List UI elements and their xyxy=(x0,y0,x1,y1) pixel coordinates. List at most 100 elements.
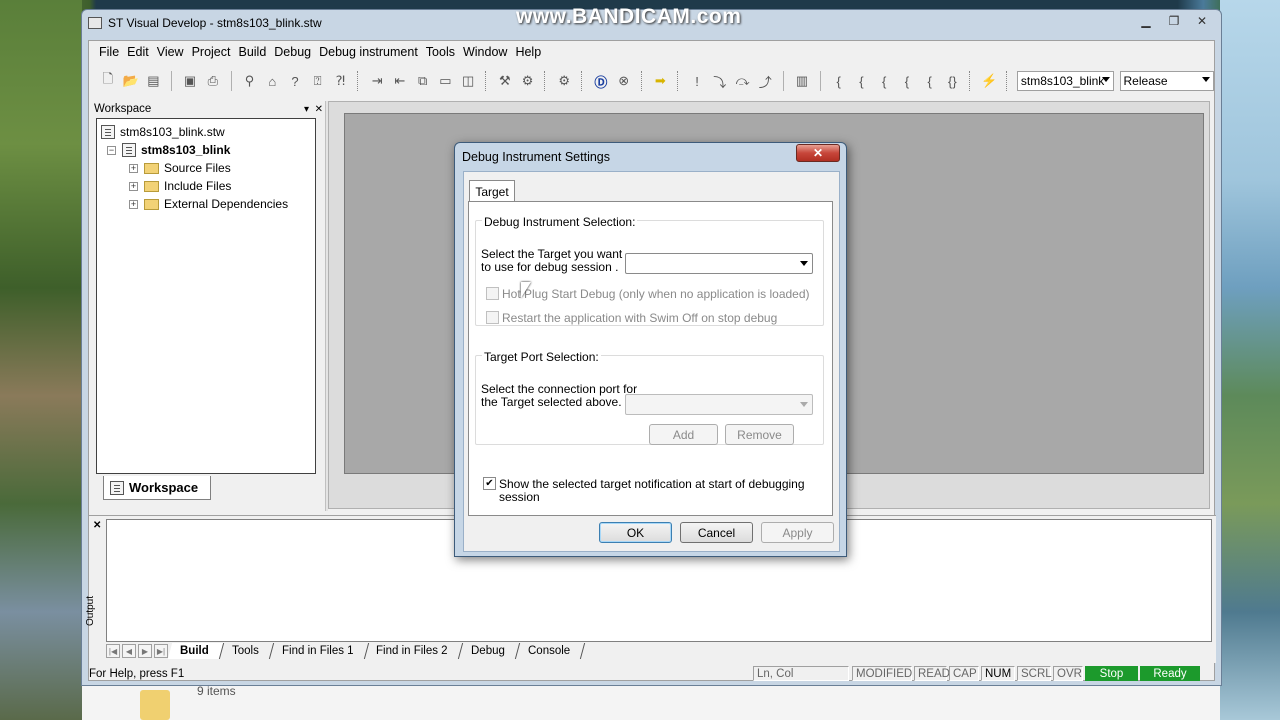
menu-help[interactable]: Help xyxy=(511,45,545,59)
tree-row-include-files[interactable]: + Include Files xyxy=(97,177,315,195)
window-tile-vertical-icon[interactable]: ◫ xyxy=(459,72,477,90)
step-into-icon[interactable]: ⤵ xyxy=(711,72,729,90)
status-position: Ln, Col xyxy=(753,666,849,681)
workspace-tab[interactable]: Workspace xyxy=(103,476,211,500)
last-tab-icon[interactable]: ▶| xyxy=(154,644,168,658)
close-window-button[interactable]: ✕ xyxy=(1189,12,1215,30)
collapse-icon[interactable]: − xyxy=(107,145,116,155)
open-folder-icon[interactable]: 📂 xyxy=(122,72,140,90)
output-tab-tools[interactable]: Tools xyxy=(219,643,274,659)
start-debug-icon[interactable]: Ⓓ xyxy=(592,72,610,90)
menu-view[interactable]: View xyxy=(153,45,188,59)
tree-row-source-files[interactable]: + Source Files xyxy=(97,159,315,177)
first-tab-icon[interactable]: |◀ xyxy=(106,644,120,658)
expand-icon[interactable]: + xyxy=(129,199,138,209)
folder-icon xyxy=(144,180,159,192)
highlight-icon[interactable]: ⚡ xyxy=(980,72,998,90)
output-tab-find-in-files-1[interactable]: Find in Files 1 xyxy=(269,643,369,659)
memory-icon[interactable]: ▥ xyxy=(793,72,811,90)
output-tab-build[interactable]: Build xyxy=(167,643,224,659)
remove-port-button[interactable]: Remove xyxy=(725,424,794,445)
find-icon[interactable]: ⚲ xyxy=(241,72,259,90)
status-modified: MODIFIED xyxy=(852,666,912,681)
configuration-combo[interactable]: Release xyxy=(1119,71,1215,91)
tree-folder-label: Source Files xyxy=(164,161,231,175)
show-notification-checkbox[interactable]: ✔ xyxy=(483,477,496,490)
add-port-button[interactable]: Add xyxy=(649,424,718,445)
toolbar: 🗋 📂 ▤ ▣ ⎙ ⚲ ⌂ ? ⍰ ⁈ ⇥ ⇤ ⧉ ▭ ◫ ⚒ ⚙ ⚙ Ⓓ ⊗ xyxy=(89,67,1215,95)
tree-row-workspace[interactable]: stm8s103_blink.stw xyxy=(97,123,315,141)
dialog-close-button[interactable]: ✕ xyxy=(796,144,840,162)
window-cascade-icon[interactable]: ⧉ xyxy=(414,72,432,90)
apply-button[interactable]: Apply xyxy=(761,522,834,543)
menu-project[interactable]: Project xyxy=(188,45,235,59)
maximize-button[interactable]: ❐ xyxy=(1161,12,1187,30)
step-over-icon[interactable]: ⤼ xyxy=(734,72,752,90)
tree-row-external-dependencies[interactable]: + External Dependencies xyxy=(97,195,315,213)
context-help-icon[interactable]: ⍰ xyxy=(309,72,327,90)
status-position-label: Ln, Col xyxy=(757,667,794,680)
cancel-button[interactable]: Cancel xyxy=(680,522,753,543)
output-tab-find-in-files-2[interactable]: Find in Files 2 xyxy=(364,643,463,659)
breakpoint-icon[interactable]: ! xyxy=(688,72,706,90)
brace-icon-5[interactable]: { xyxy=(921,72,939,90)
workspace-panel-controls[interactable]: ▾ ✕ xyxy=(304,104,323,115)
menu-window[interactable]: Window xyxy=(459,45,511,59)
tab-target[interactable]: Target xyxy=(469,180,515,202)
menu-tools[interactable]: Tools xyxy=(422,45,459,59)
rebuild-icon[interactable]: ⚙ xyxy=(555,72,573,90)
compile-icon[interactable]: ⚒ xyxy=(496,72,514,90)
brace-icon-6[interactable]: {} xyxy=(944,72,962,90)
restart-swim-off-checkbox[interactable] xyxy=(486,311,499,324)
menu-debug[interactable]: Debug xyxy=(270,45,315,59)
expand-icon[interactable]: + xyxy=(129,181,138,191)
minimize-button[interactable]: ▁ xyxy=(1133,12,1159,30)
output-tab-console[interactable]: Console xyxy=(515,643,586,659)
brace-icon-4[interactable]: { xyxy=(898,72,916,90)
stop-debug-icon[interactable]: ⊗ xyxy=(615,72,633,90)
configuration-combo-value: Release xyxy=(1123,74,1168,88)
menu-edit[interactable]: Edit xyxy=(123,45,153,59)
brace-icon-3[interactable]: { xyxy=(875,72,893,90)
output-tabs: |◀ ◀ ▶ ▶| Build Tools Find in Files 1 Fi… xyxy=(106,642,586,660)
close-file-icon[interactable]: ▤ xyxy=(144,72,162,90)
expand-icon[interactable]: + xyxy=(129,163,138,173)
menu-debug-instrument[interactable]: Debug instrument xyxy=(315,45,422,59)
print-icon[interactable]: ⎙ xyxy=(204,72,222,90)
target-dropdown[interactable] xyxy=(625,253,813,274)
brace-icon-1[interactable]: { xyxy=(830,72,848,90)
indent-icon[interactable]: ⇥ xyxy=(368,72,386,90)
status-ovr: OVR xyxy=(1053,666,1083,681)
output-tab-debug[interactable]: Debug xyxy=(458,643,520,659)
tree-workspace-label: stm8s103_blink.stw xyxy=(120,125,225,139)
ok-button[interactable]: OK xyxy=(599,522,672,543)
info-help-icon[interactable]: ⁈ xyxy=(332,72,350,90)
help-icon[interactable]: ? xyxy=(286,72,304,90)
new-file-icon[interactable]: 🗋 xyxy=(99,71,117,90)
prev-tab-icon[interactable]: ◀ xyxy=(122,644,136,658)
explorer-window-behind xyxy=(82,684,1220,720)
output-close-icon[interactable]: ✕ xyxy=(93,520,101,531)
run-arrow-icon[interactable]: ➡ xyxy=(652,72,670,90)
project-combo[interactable]: stm8s103_blink xyxy=(1016,71,1114,91)
tree-row-project[interactable]: − stm8s103_blink xyxy=(97,141,315,159)
brace-icon-2[interactable]: { xyxy=(853,72,871,90)
window-tile-horizontal-icon[interactable]: ▭ xyxy=(436,72,454,90)
desktop-background-right xyxy=(1220,0,1280,720)
chevron-down-icon xyxy=(800,261,808,266)
outdent-icon[interactable]: ⇤ xyxy=(391,72,409,90)
build-icon[interactable]: ⚙ xyxy=(519,72,537,90)
menu-file[interactable]: File xyxy=(95,45,123,59)
step-out-icon[interactable]: ⤴ xyxy=(756,72,774,90)
next-tab-icon[interactable]: ▶ xyxy=(138,644,152,658)
save-icon[interactable]: ▣ xyxy=(181,72,199,90)
status-help-text: For Help, press F1 xyxy=(89,667,185,680)
workspace-tab-icon xyxy=(110,480,124,495)
home-icon[interactable]: ⌂ xyxy=(263,72,281,90)
output-tab-label: Console xyxy=(527,645,570,657)
port-dropdown[interactable] xyxy=(625,394,813,415)
hotplug-checkbox[interactable] xyxy=(486,287,499,300)
instrument-selection-title: Debug Instrument Selection: xyxy=(482,215,638,229)
app-icon xyxy=(88,17,102,29)
menu-build[interactable]: Build xyxy=(234,45,270,59)
